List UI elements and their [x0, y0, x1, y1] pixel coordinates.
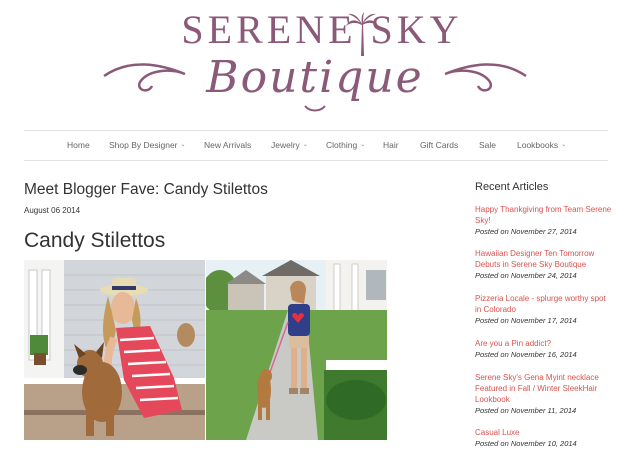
article-date: Posted on November 10, 2014 — [475, 439, 577, 448]
article-link[interactable]: Pizzeria Locale - splurge worthy spot in… — [475, 293, 613, 315]
nav-label: Hair — [383, 140, 399, 150]
post-title: Meet Blogger Fave: Candy Stilettos — [24, 181, 268, 198]
nav-item-jewelry[interactable]: Jewelry ⌄ — [271, 131, 308, 160]
nav-label: Gift Cards — [420, 140, 459, 150]
nav-item-sale[interactable]: Sale — [479, 131, 496, 160]
list-item: Pizzeria Locale - splurge worthy spot in… — [475, 293, 613, 326]
article-date: Posted on November 16, 2014 — [475, 350, 577, 359]
chevron-down-icon: ⌄ — [360, 142, 366, 149]
nav-label: New Arrivals — [204, 140, 252, 150]
article-link[interactable]: Happy Thankgiving from Team Serene Sky! — [475, 204, 613, 226]
article-date: Posted on November 17, 2014 — [475, 316, 577, 325]
nav-item-new-arrivals[interactable]: New Arrivals — [204, 131, 251, 160]
chevron-down-icon: ⌄ — [561, 142, 567, 149]
list-item: Casual Luxe Posted on November 10, 2014 — [475, 427, 613, 449]
article-date: Posted on November 24, 2014 — [475, 271, 577, 280]
nav-label: Jewelry — [271, 140, 300, 150]
post-photo-sidewalk — [206, 260, 387, 440]
post-photo-porch — [24, 260, 205, 440]
nav-label: Lookbooks — [517, 140, 559, 150]
main-nav: Home Shop By Designer ⌄ New Arrivals Jewe… — [24, 130, 608, 161]
nav-label: Shop By Designer — [109, 140, 178, 150]
nav-item-home[interactable]: Home — [67, 131, 90, 160]
nav-label: Home — [67, 140, 90, 150]
list-item: Are you a Pin addict? Posted on November… — [475, 338, 613, 360]
nav-item-shop-by-designer[interactable]: Shop By Designer ⌄ — [109, 131, 186, 160]
list-item: Happy Thankgiving from Team Serene Sky! … — [475, 204, 613, 237]
list-item: Serene Sky's Gena Myint necklace Feature… — [475, 372, 613, 416]
nav-item-clothing[interactable]: Clothing ⌄ — [326, 131, 365, 160]
article-link[interactable]: Casual Luxe — [475, 427, 613, 438]
sidebar-title: Recent Articles — [475, 181, 549, 193]
article-link[interactable]: Are you a Pin addict? — [475, 338, 613, 349]
nav-label: Sale — [479, 140, 497, 150]
nav-item-hair[interactable]: Hair — [383, 131, 399, 160]
site-logo[interactable]: SERENE SKY Boutique — [100, 6, 530, 118]
article-date: Posted on November 11, 2014 — [475, 406, 577, 415]
nav-item-gift-cards[interactable]: Gift Cards — [420, 131, 458, 160]
post-date: August 06 2014 — [24, 206, 81, 215]
article-link[interactable]: Hawaiian Designer Ten Tomorrow Debuts in… — [475, 248, 613, 270]
list-item: Hawaiian Designer Ten Tomorrow Debuts in… — [475, 248, 613, 281]
logo-subtitle: Boutique — [206, 52, 424, 103]
post-heading: Candy Stilettos — [24, 229, 166, 252]
article-link[interactable]: Serene Sky's Gena Myint necklace Feature… — [475, 372, 613, 405]
nav-item-lookbooks[interactable]: Lookbooks ⌄ — [517, 131, 566, 160]
chevron-down-icon: ⌄ — [302, 142, 308, 149]
chevron-down-icon: ⌄ — [180, 142, 186, 149]
article-date: Posted on November 27, 2014 — [475, 227, 577, 236]
nav-label: Clothing — [326, 140, 358, 150]
